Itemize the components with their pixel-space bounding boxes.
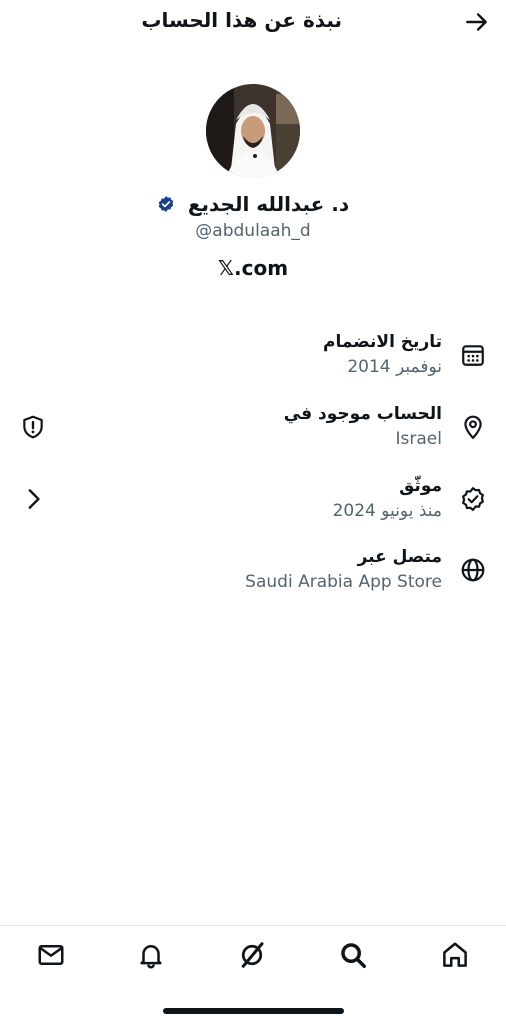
row-value: Israel xyxy=(395,429,442,449)
home-icon[interactable] xyxy=(440,940,470,970)
globe-icon xyxy=(461,558,485,582)
page-title: نبذة عن هذا الحساب xyxy=(141,8,342,32)
verified-badge-icon xyxy=(462,487,484,511)
mail-icon[interactable] xyxy=(36,940,66,970)
shield-exclamation-icon[interactable] xyxy=(20,414,46,440)
row-title: تاريخ الانضمام xyxy=(323,332,442,352)
calendar-icon xyxy=(462,345,484,366)
display-name: د. عبدالله الجديع xyxy=(0,192,506,216)
verified-badge-icon xyxy=(158,196,174,212)
row-value: منذ يونيو 2024 xyxy=(332,501,442,521)
search-icon[interactable] xyxy=(338,940,368,970)
chevron-left-icon[interactable] xyxy=(20,486,46,512)
row-title: الحساب موجود في xyxy=(283,404,442,424)
arrow-right-icon[interactable] xyxy=(464,9,490,35)
row-join-date: تاريخ الانضمام نوفمبر 2014 xyxy=(0,330,506,380)
avatar[interactable] xyxy=(206,84,300,178)
home-indicator xyxy=(163,1008,344,1014)
site-label: 𝕏.com xyxy=(217,256,289,280)
row-value: نوفمبر 2014 xyxy=(347,357,442,377)
header: نبذة عن هذا الحساب xyxy=(0,0,506,44)
bell-icon[interactable] xyxy=(136,940,166,970)
display-name-text: د. عبدالله الجديع xyxy=(187,192,350,216)
row-location: الحساب موجود في Israel xyxy=(0,402,506,452)
grok-icon[interactable] xyxy=(237,940,267,970)
row-title: موثّق xyxy=(399,476,442,496)
row-verified[interactable]: موثّق منذ يونيو 2024 xyxy=(0,474,506,524)
row-title: متصل عبر xyxy=(357,547,442,567)
handle: @abdulaah_d xyxy=(195,221,311,241)
row-connected-via: متصل عبر Saudi Arabia App Store xyxy=(0,545,506,595)
location-pin-icon xyxy=(464,415,482,440)
row-value: Saudi Arabia App Store xyxy=(245,572,442,592)
